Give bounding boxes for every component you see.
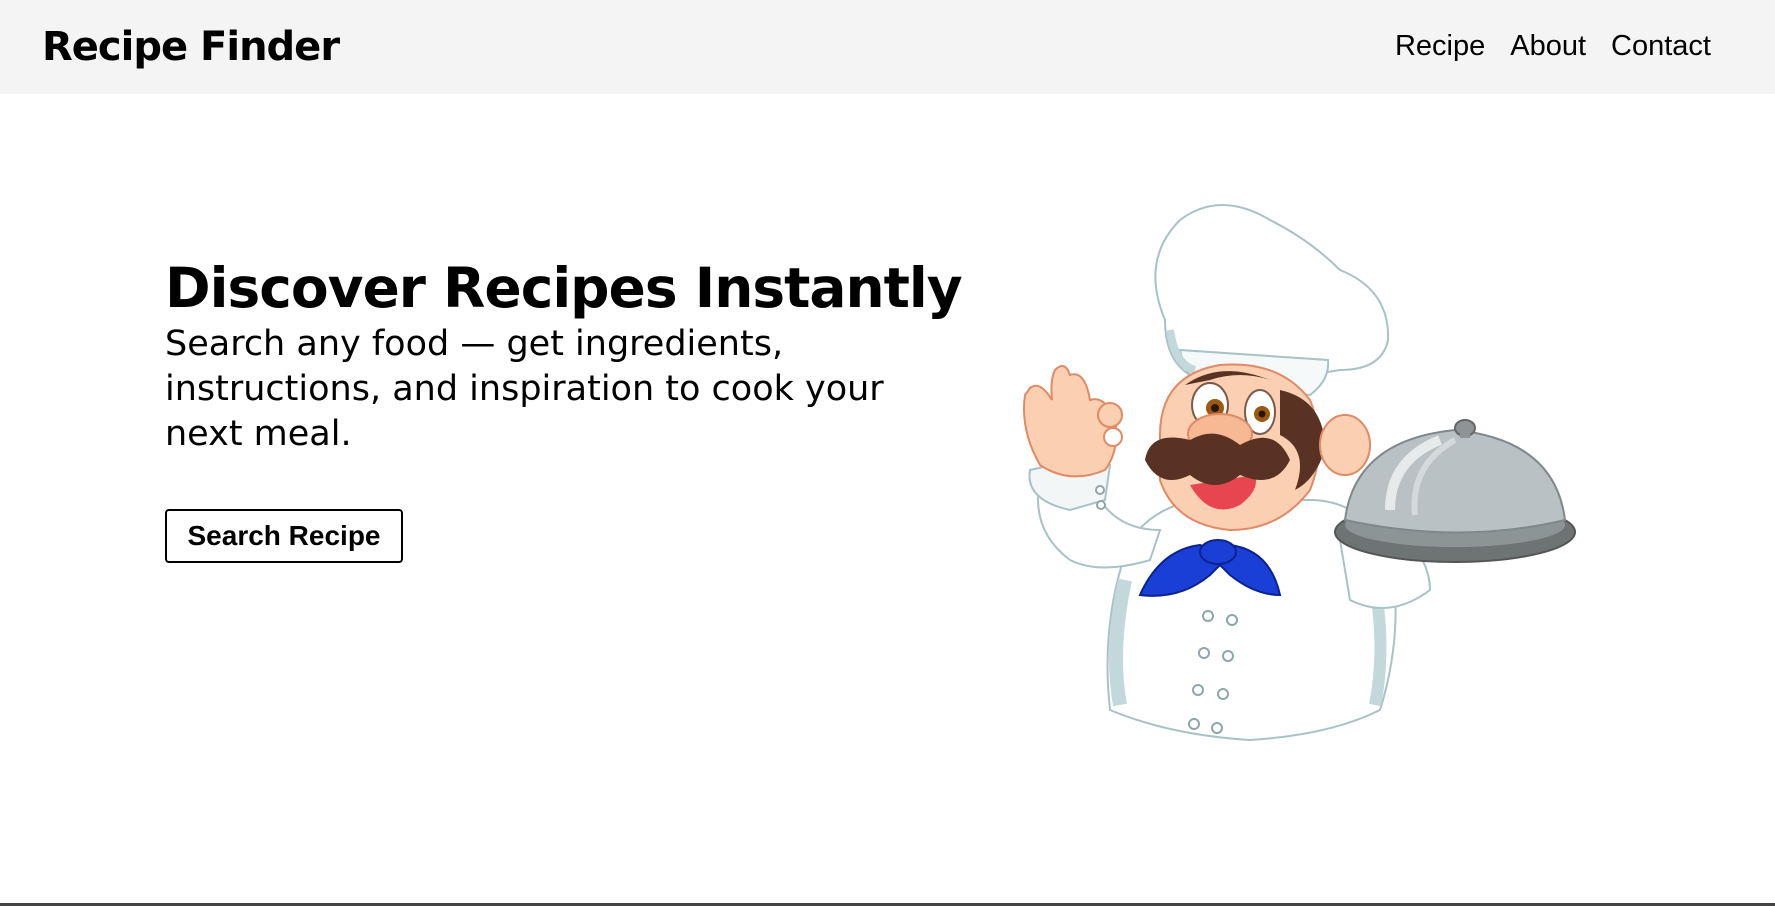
brand-logo[interactable]: Recipe Finder [42, 22, 340, 72]
nav-links: Recipe About Contact [1395, 27, 1711, 65]
chef-left-arm-icon [1023, 365, 1162, 569]
nav-link-about[interactable]: About [1510, 27, 1586, 65]
chef-hat-icon [1154, 204, 1390, 397]
navbar: Recipe Finder Recipe About Contact [0, 0, 1775, 94]
hero-subtitle: Search any food — get ingredients, instr… [165, 324, 884, 454]
cloche-tray-icon [1334, 419, 1576, 609]
hero-text: Discover Recipes Instantly Search any fo… [165, 252, 963, 457]
hero-title: Discover Recipes Instantly [165, 256, 963, 320]
search-recipe-button[interactable]: Search Recipe [165, 509, 403, 563]
nav-link-recipe[interactable]: Recipe [1395, 27, 1485, 65]
chef-illustration-icon [1023, 204, 1576, 742]
nav-link-contact[interactable]: Contact [1611, 27, 1711, 65]
